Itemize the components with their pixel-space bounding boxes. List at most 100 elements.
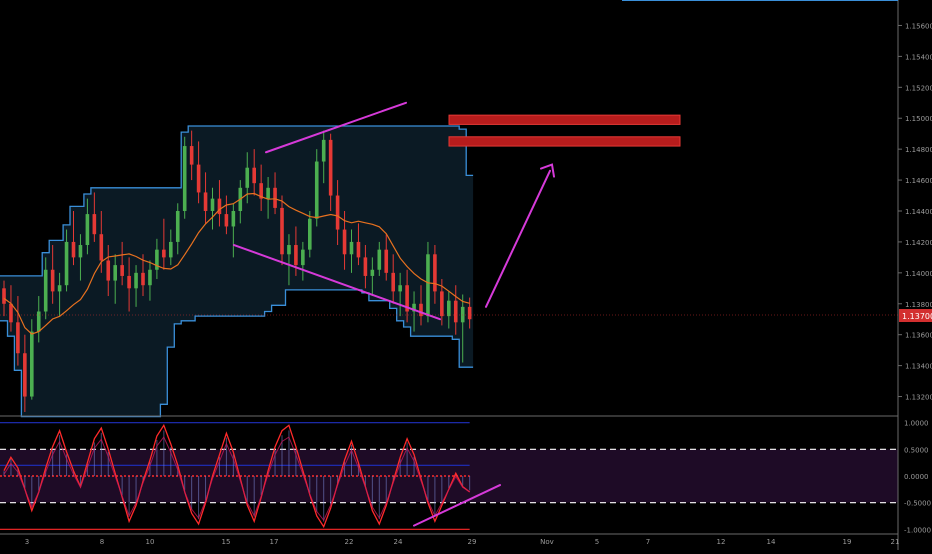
price-axis-label: 1.15200 — [905, 84, 932, 92]
candle-body — [447, 300, 451, 317]
price-axis-label: 1.13200 — [905, 394, 932, 402]
candle-body — [71, 241, 76, 258]
candle-body — [30, 331, 34, 397]
candle-body — [398, 285, 402, 292]
price-axis-label: 1.14800 — [905, 146, 932, 154]
candle-body — [349, 241, 354, 255]
candle-body — [273, 187, 277, 208]
time-axis-label: 5 — [595, 538, 599, 546]
candle-body — [169, 241, 173, 258]
chart-svg: 1.15600 1.15400 1.15200 1.15000 1.14800 1.146… — [0, 0, 932, 550]
candle-body — [287, 245, 291, 255]
price-axis-label: 1.13600 — [905, 332, 932, 340]
candle-body — [384, 249, 389, 273]
candle-body — [460, 306, 465, 323]
candle-body — [245, 167, 250, 188]
price-axis-label: 1.14400 — [905, 208, 932, 216]
time-axis-label: 21 — [891, 538, 900, 546]
oscillator-axis-label: -1.0000 — [904, 526, 931, 534]
price-axis-label: 1.13800 — [905, 301, 932, 309]
oscillator-axis-label: 0.5000 — [904, 446, 929, 454]
candle-body — [419, 303, 423, 317]
price-axis-label: 1.15000 — [905, 115, 932, 123]
candle-body — [162, 249, 166, 258]
candle-body — [9, 303, 13, 323]
oscillator-axis-label: 1.0000 — [904, 420, 929, 428]
candle-body — [467, 306, 472, 320]
candle-body — [363, 257, 368, 276]
candle-body — [453, 300, 458, 323]
time-axis-label: 8 — [100, 538, 104, 546]
candle-body — [294, 245, 298, 266]
candle-body — [321, 139, 326, 162]
candle-body — [301, 249, 305, 266]
resistance-zone — [448, 136, 681, 147]
candle-body — [210, 198, 215, 211]
time-axis-label: 22 — [345, 538, 354, 546]
resistance-zone — [448, 114, 681, 125]
time-axis-label: 24 — [394, 538, 403, 546]
price-axis-label: 1.15600 — [905, 22, 932, 30]
candle-body — [36, 311, 41, 332]
candle-body — [314, 161, 319, 219]
candle-body — [99, 234, 104, 261]
candle-body — [224, 214, 229, 227]
candle-body — [335, 195, 340, 230]
candle-body — [440, 291, 444, 317]
candle-body — [23, 353, 27, 397]
price-axis-label: 1.14200 — [905, 239, 932, 247]
chart-root: 1.15600 1.15400 1.15200 1.15000 1.14800 1.146… — [0, 0, 932, 550]
price-axis-label: 1.14600 — [905, 177, 932, 185]
candle-body — [356, 241, 361, 258]
oscillator-axis-label: -0.5000 — [904, 500, 931, 508]
candle-body — [134, 272, 138, 289]
candle-body — [252, 167, 256, 184]
candle-body — [426, 254, 430, 317]
candle-body — [266, 187, 270, 199]
time-axis-label: Nov — [540, 538, 554, 546]
time-axis-label: 17 — [270, 538, 279, 546]
candle-body — [231, 211, 236, 227]
time-axis-label: 12 — [717, 538, 726, 546]
time-axis-label: 14 — [767, 538, 776, 546]
candle-body — [328, 139, 333, 196]
candle-body — [127, 275, 131, 289]
oscillator-axis-label: 0.0000 — [904, 473, 929, 481]
price-axis-label: 1.15400 — [905, 53, 932, 61]
candle-body — [120, 265, 124, 276]
candle-body — [203, 192, 208, 211]
candle-body — [280, 207, 284, 255]
price-axis-label: 1.13400 — [905, 363, 932, 371]
candle-body — [85, 214, 90, 246]
candle-body — [196, 164, 201, 193]
candle-body — [106, 260, 111, 281]
time-axis-label: 29 — [468, 538, 477, 546]
candle-body — [370, 269, 375, 276]
candle-body — [50, 269, 55, 292]
candle-body — [2, 288, 6, 304]
candle-body — [342, 229, 347, 255]
candle-body — [78, 245, 83, 258]
time-axis-label: 7 — [646, 538, 650, 546]
candle-body — [175, 211, 180, 242]
candle-body — [43, 269, 48, 312]
candle-body — [92, 214, 97, 235]
candle-body — [189, 146, 194, 165]
time-axis-label: 15 — [222, 538, 231, 546]
candle-body — [141, 272, 145, 286]
candle-body — [148, 269, 152, 286]
time-axis-label: 10 — [146, 538, 155, 546]
candle-body — [391, 272, 395, 292]
candle-body — [113, 265, 117, 281]
candle-body — [64, 241, 69, 286]
candle-body — [16, 322, 20, 354]
candle-body — [182, 146, 187, 211]
current-price-label: 1.13700 — [902, 312, 932, 321]
candle-body — [57, 285, 62, 292]
candle-body — [377, 249, 382, 270]
candle-body — [433, 254, 437, 292]
time-axis-label: 3 — [25, 538, 29, 546]
candle-body — [308, 218, 312, 250]
time-axis-label: 19 — [843, 538, 852, 546]
price-axis-label: 1.14000 — [905, 270, 932, 278]
